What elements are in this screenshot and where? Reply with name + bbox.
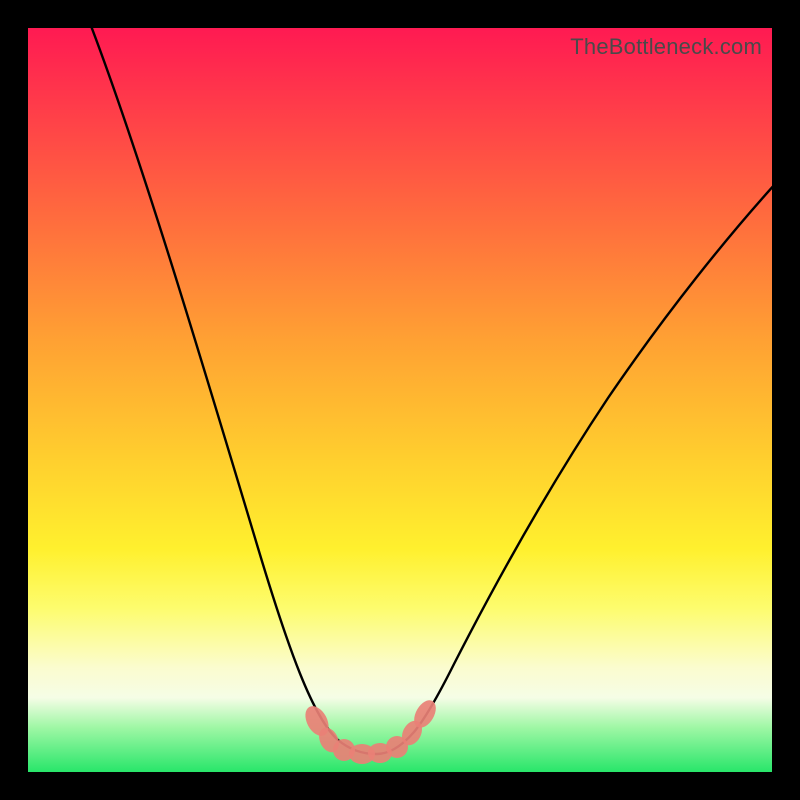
plot-area: TheBottleneck.com xyxy=(28,28,772,772)
chart-frame: TheBottleneck.com xyxy=(0,0,800,800)
marker-blobs xyxy=(301,697,441,764)
curve-path xyxy=(88,28,772,754)
bottleneck-curve xyxy=(28,28,772,772)
